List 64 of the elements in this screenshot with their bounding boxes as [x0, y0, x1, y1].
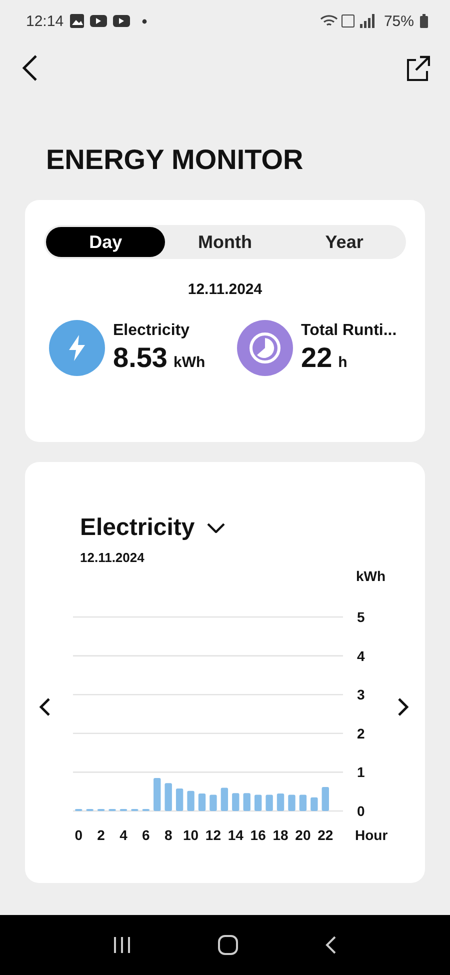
chart-bar — [310, 797, 318, 811]
recents-button[interactable] — [113, 937, 132, 953]
status-time: 12:14 — [26, 12, 64, 30]
period-tab[interactable]: Month — [165, 227, 285, 257]
home-button[interactable] — [218, 935, 238, 955]
stat-unit: h — [338, 354, 348, 371]
chart-bar — [164, 783, 172, 811]
play-icon — [112, 15, 130, 27]
axis-label: 4 — [120, 827, 128, 843]
chart-bar — [266, 794, 273, 811]
share-button[interactable] — [406, 55, 430, 81]
axis-label: 18 — [272, 827, 288, 843]
chart-bar — [154, 778, 161, 811]
period-tab[interactable]: Day — [46, 227, 166, 257]
chart-date: 12.11.2024 — [80, 550, 146, 565]
axis-label: 14 — [228, 827, 244, 843]
axis-label: 8 — [164, 827, 172, 843]
chart-bar — [243, 793, 250, 811]
period-tab[interactable]: Year — [284, 227, 404, 257]
axis-unit: kWh — [356, 568, 386, 584]
axis-label: 10 — [183, 827, 199, 843]
lightning-icon — [67, 335, 87, 361]
metric-dropdown[interactable]: Electricity — [80, 514, 225, 542]
image-icon — [70, 14, 84, 28]
chart-bar — [299, 794, 307, 811]
dot-icon — [142, 18, 147, 24]
battery-percent: 75% — [384, 12, 414, 30]
axis-label: 6 — [142, 827, 150, 843]
chart-bar — [322, 786, 329, 811]
chart-bar — [198, 794, 206, 811]
stat-label: Electricity — [113, 322, 190, 340]
axis-label: 0 — [74, 827, 82, 843]
page-title: ENERGY MONITOR — [46, 144, 304, 176]
chevron-down-icon — [206, 523, 225, 533]
stat-value: 22 — [301, 342, 332, 374]
back-button[interactable] — [22, 55, 38, 81]
chart-bar — [176, 788, 184, 811]
axis-label: 20 — [295, 827, 311, 843]
stat-label: Total Runti... — [301, 322, 397, 340]
selected-date: 12.11.2024 — [186, 281, 264, 298]
axis-label: 12 — [205, 827, 221, 843]
axis-label: 3 — [357, 686, 365, 703]
chart-bar — [220, 788, 228, 811]
battery-icon — [420, 14, 428, 28]
back-nav-button[interactable] — [324, 936, 337, 954]
chart-bar — [232, 793, 240, 811]
axis-label: 2 — [97, 827, 105, 843]
chart-bar — [187, 790, 194, 811]
axis-label: 22 — [318, 827, 334, 843]
axis-label: 16 — [250, 827, 266, 843]
axis-label: 0 — [357, 803, 365, 819]
axis-label: 5 — [357, 609, 365, 625]
axis-label: 4 — [357, 648, 365, 664]
axis-label: 1 — [357, 764, 365, 780]
chart-bar — [276, 794, 284, 811]
axis-unit: Hour — [355, 827, 388, 843]
play-icon — [90, 15, 107, 27]
chart-bar — [210, 794, 217, 811]
clock-icon — [248, 331, 282, 365]
stat-unit: kWh — [174, 354, 206, 371]
stat-value: 8.53 — [113, 342, 168, 374]
chart-bar — [288, 794, 296, 811]
axis-label: 2 — [357, 725, 365, 742]
chart-bar — [254, 794, 262, 811]
